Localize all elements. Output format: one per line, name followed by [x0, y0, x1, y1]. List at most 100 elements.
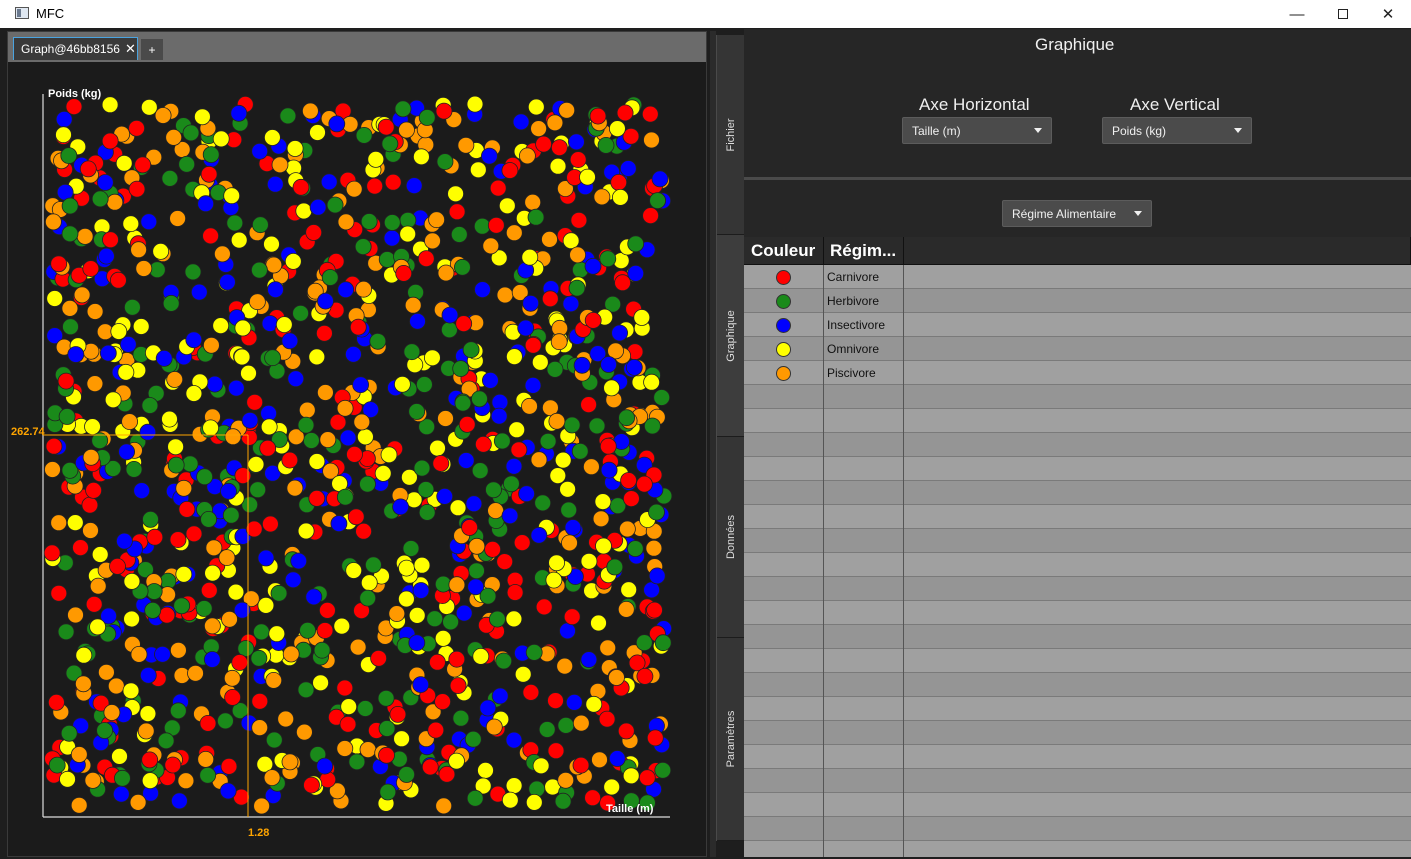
data-point-insectivore[interactable] [344, 345, 362, 363]
data-point-piscivore[interactable] [218, 549, 236, 567]
data-point-herbivore[interactable] [394, 100, 412, 118]
data-point-omnivore[interactable] [622, 767, 640, 785]
tab-close-icon[interactable]: ✕ [125, 41, 136, 57]
data-point-omnivore[interactable] [559, 480, 576, 498]
data-point-herbivore[interactable] [237, 640, 255, 657]
data-point-insectivore[interactable] [281, 332, 299, 350]
data-point-carnivore[interactable] [292, 178, 310, 196]
data-point-carnivore[interactable] [245, 520, 263, 538]
data-point-omnivore[interactable] [175, 565, 193, 583]
data-point-carnivore[interactable] [435, 102, 453, 120]
data-point-carnivore[interactable] [610, 174, 628, 191]
data-point-piscivore[interactable] [437, 410, 454, 427]
data-point-omnivore[interactable] [609, 120, 626, 137]
column-header-couleur[interactable]: Couleur [744, 237, 824, 265]
data-point-piscivore[interactable] [558, 101, 576, 119]
data-point-piscivore[interactable] [505, 224, 523, 242]
table-row[interactable] [744, 793, 1411, 817]
table-row[interactable] [744, 481, 1411, 505]
data-point-piscivore[interactable] [203, 617, 221, 635]
data-point-omnivore[interactable] [46, 290, 64, 307]
data-point-herbivore[interactable] [195, 600, 213, 617]
data-point-omnivore[interactable] [123, 610, 140, 628]
data-point-herbivore[interactable] [264, 349, 282, 367]
data-point-herbivore[interactable] [378, 720, 396, 737]
data-point-insectivore[interactable] [517, 319, 535, 337]
data-point-herbivore[interactable] [453, 258, 471, 276]
data-point-carnivore[interactable] [128, 180, 146, 198]
data-point-omnivore[interactable] [233, 348, 251, 366]
data-point-herbivore[interactable] [48, 756, 66, 774]
data-point-carnivore[interactable] [510, 441, 528, 459]
data-point-carnivore[interactable] [617, 722, 635, 740]
data-point-piscivore[interactable] [617, 601, 635, 618]
data-point-piscivore[interactable] [608, 669, 625, 686]
data-point-insectivore[interactable] [284, 571, 302, 589]
data-point-omnivore[interactable] [532, 757, 550, 775]
data-point-piscivore[interactable] [548, 412, 566, 430]
table-row[interactable]: Piscivore [744, 361, 1411, 385]
data-point-herbivore[interactable] [161, 170, 179, 187]
data-point-insectivore[interactable] [328, 115, 346, 133]
data-point-omnivore[interactable] [477, 762, 494, 779]
data-point-carnivore[interactable] [535, 598, 553, 616]
data-point-carnivore[interactable] [57, 372, 75, 390]
data-point-herbivore[interactable] [488, 610, 506, 628]
data-point-herbivore[interactable] [452, 360, 470, 378]
data-point-carnivore[interactable] [641, 105, 659, 123]
data-point-omnivore[interactable] [549, 157, 567, 175]
data-point-piscivore[interactable] [404, 296, 422, 314]
data-point-herbivore[interactable] [415, 376, 433, 393]
data-point-piscivore[interactable] [550, 333, 568, 351]
data-point-omnivore[interactable] [590, 614, 607, 632]
table-row[interactable] [744, 721, 1411, 745]
data-point-herbivore[interactable] [418, 109, 436, 126]
table-row[interactable] [744, 505, 1411, 529]
data-point-omnivore[interactable] [141, 772, 159, 789]
data-point-herbivore[interactable] [202, 146, 220, 163]
data-point-carnivore[interactable] [246, 393, 264, 411]
data-point-herbivore[interactable] [381, 135, 399, 153]
data-point-piscivore[interactable] [349, 638, 367, 656]
data-point-herbivore[interactable] [297, 416, 315, 434]
data-point-herbivore[interactable] [568, 279, 586, 297]
data-point-omnivore[interactable] [413, 556, 431, 574]
data-point-insectivore[interactable] [197, 195, 215, 213]
data-point-omnivore[interactable] [380, 446, 398, 464]
data-point-herbivore[interactable] [377, 689, 395, 707]
data-point-herbivore[interactable] [114, 769, 131, 787]
data-point-herbivore[interactable] [61, 197, 79, 215]
data-point-herbivore[interactable] [654, 761, 672, 779]
data-point-omnivore[interactable] [356, 428, 374, 446]
data-point-piscivore[interactable] [569, 246, 586, 264]
data-point-omnivore[interactable] [230, 231, 248, 249]
data-point-insectivore[interactable] [625, 358, 643, 376]
data-point-piscivore[interactable] [388, 605, 406, 622]
data-point-omnivore[interactable] [525, 794, 543, 811]
data-point-piscivore[interactable] [154, 107, 172, 124]
data-point-omnivore[interactable] [227, 583, 245, 601]
data-point-herbivore[interactable] [466, 789, 484, 807]
data-point-omnivore[interactable] [594, 493, 612, 511]
data-point-piscivore[interactable] [599, 639, 617, 657]
data-point-herbivore[interactable] [356, 700, 374, 717]
data-point-omnivore[interactable] [505, 610, 523, 628]
data-point-carnivore[interactable] [102, 231, 119, 249]
data-point-insectivore[interactable] [465, 495, 483, 513]
data-point-carnivore[interactable] [303, 776, 320, 794]
data-point-piscivore[interactable] [76, 227, 94, 245]
data-point-omnivore[interactable] [240, 364, 257, 382]
data-point-carnivore[interactable] [620, 472, 637, 489]
data-point-omnivore[interactable] [612, 188, 629, 206]
data-point-herbivore[interactable] [502, 475, 520, 493]
data-point-omnivore[interactable] [139, 705, 157, 722]
data-point-herbivore[interactable] [403, 343, 421, 361]
data-point-piscivore[interactable] [345, 180, 363, 198]
data-point-herbivore[interactable] [527, 208, 545, 226]
data-point-omnivore[interactable] [223, 187, 241, 205]
data-point-carnivore[interactable] [636, 475, 653, 493]
data-point-omnivore[interactable] [603, 778, 621, 796]
data-point-carnivore[interactable] [496, 553, 514, 571]
data-point-carnivore[interactable] [318, 602, 336, 619]
table-row[interactable] [744, 769, 1411, 793]
